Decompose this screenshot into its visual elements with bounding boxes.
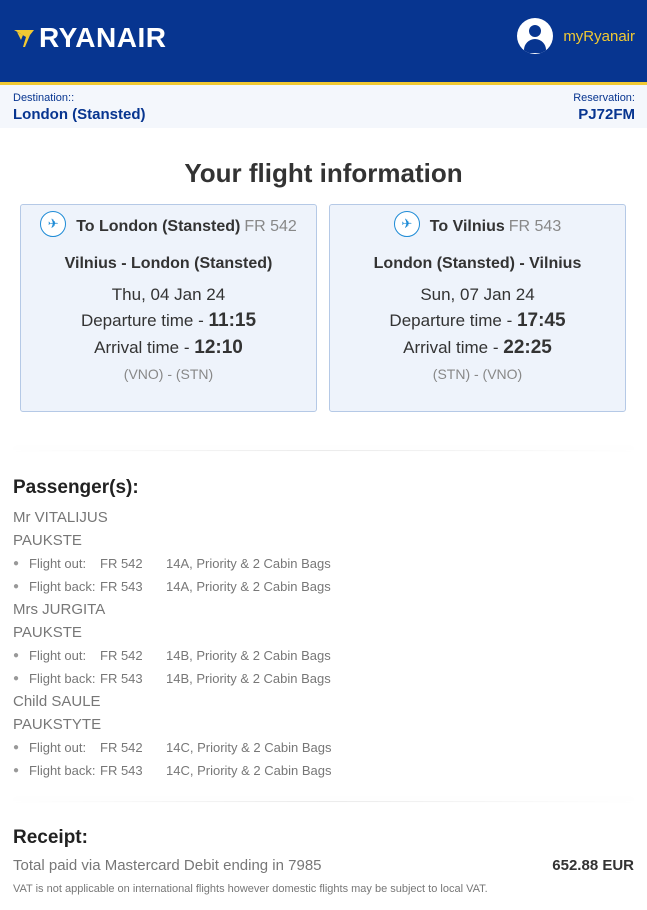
flight-card-outbound: ✈ To London (Stansted) FR 542 Vilnius - … <box>20 204 317 412</box>
passenger-entry: Child SAULE PAUKSTYTE ● Flight out: FR 542… <box>13 690 633 782</box>
departure-time-row: Departure time - 11:15 <box>21 310 316 332</box>
destination-block: Destination:: London (Stansted) <box>13 92 145 123</box>
leg-flight: FR 542 <box>100 648 143 663</box>
leg-detail: 14A, Priority & 2 Cabin Bags <box>166 556 331 571</box>
passengers-title: Passenger(s): <box>13 477 139 498</box>
plane-takeoff-icon: ✈ <box>393 211 420 237</box>
flight-leg-row: ● Flight out: FR 542 14B, Priority & 2 Cabi… <box>13 644 633 667</box>
flight-destination: To London (Stansted) <box>76 218 241 235</box>
leg-label: Flight out: <box>29 648 87 663</box>
departure-label: Departure time - <box>389 311 517 330</box>
flight-number: FR 543 <box>508 218 562 235</box>
leg-label: Flight back: <box>29 763 96 778</box>
reservation-label: Reservation: <box>573 92 635 104</box>
airport-codes: (STN) - (VNO) <box>432 366 523 382</box>
flight-leg-row: ● Flight back: FR 543 14C, Priority & 2 Cab… <box>13 759 633 782</box>
passenger-name: Mrs JURGITA PAUKSTE <box>13 601 105 641</box>
brand-name: RYANAIR <box>39 22 167 53</box>
ryanair-logo[interactable]: RYANAIR <box>13 22 166 54</box>
leg-flight: FR 543 <box>100 579 143 594</box>
arrival-time: 12:10 <box>194 337 243 358</box>
flight-route: Vilnius - London (Stansted) <box>64 255 273 272</box>
section-divider <box>13 801 634 802</box>
reservation-code: PJ72FM <box>578 106 635 123</box>
my-ryanair-link[interactable]: myRyanair <box>517 18 635 54</box>
top-header: RYANAIR myRyanair <box>0 0 647 85</box>
leg-flight: FR 542 <box>100 740 143 755</box>
leg-label: Flight out: <box>29 556 87 571</box>
flight-number: FR 542 <box>244 218 297 235</box>
flight-date: Thu, 04 Jan 24 <box>111 285 226 304</box>
leg-flight: FR 543 <box>100 671 143 686</box>
booking-info-bar: Destination:: London (Stansted) Reservat… <box>0 85 647 128</box>
leg-label: Flight out: <box>29 740 87 755</box>
passenger-entry: Mrs JURGITA PAUKSTE ● Flight out: FR 542 14… <box>13 598 633 690</box>
receipt-title: Receipt: <box>13 827 88 848</box>
account-label: myRyanair <box>563 27 635 45</box>
leg-detail: 14B, Priority & 2 Cabin Bags <box>166 648 331 663</box>
flight-date: Sun, 07 Jan 24 <box>420 285 535 304</box>
leg-flight: FR 543 <box>100 763 143 778</box>
leg-detail: 14C, Priority & 2 Cabin Bags <box>166 740 332 755</box>
arrival-time-row: Arrival time - 12:10 <box>21 337 316 359</box>
flight-leg-row: ● Flight out: FR 542 14C, Priority & 2 Cabi… <box>13 736 633 759</box>
departure-time: 17:45 <box>516 310 566 331</box>
user-avatar-icon <box>517 18 554 54</box>
departure-time-row: Departure time - 17:45 <box>330 310 625 332</box>
payment-method-text: Total paid via Mastercard Debit ending i… <box>13 857 322 874</box>
receipt-row: Total paid via Mastercard Debit ending i… <box>13 857 634 874</box>
passenger-name: Mr VITALIJUS PAUKSTE <box>13 509 108 549</box>
arrival-time-row: Arrival time - 22:25 <box>330 337 625 359</box>
reservation-block: Reservation: PJ72FM <box>573 92 635 123</box>
flight-destination: To Vilnius <box>429 218 505 235</box>
destination-label: Destination:: <box>13 92 75 104</box>
leg-detail: 14C, Priority & 2 Cabin Bags <box>166 763 332 778</box>
departure-label: Departure time - <box>80 311 209 330</box>
arrival-label: Arrival time - <box>94 338 195 357</box>
passenger-name: Child SAULE PAUKSTYTE <box>13 693 102 733</box>
flight-leg-row: ● Flight back: FR 543 14A, Priority & 2 Cab… <box>13 575 633 598</box>
departure-time: 11:15 <box>208 310 257 331</box>
flight-route: London (Stansted) - Vilnius <box>373 255 582 272</box>
flight-leg-row: ● Flight back: FR 543 14B, Priority & 2 Cab… <box>13 667 633 690</box>
section-divider <box>13 450 634 451</box>
leg-label: Flight back: <box>29 579 96 594</box>
flight-card-return: ✈ To Vilnius FR 543 London (Stansted) - … <box>329 204 626 412</box>
harp-logo-icon <box>14 30 34 47</box>
page-title: Your flight information <box>184 158 463 188</box>
leg-label: Flight back: <box>29 671 96 686</box>
arrival-time: 22:25 <box>503 337 552 358</box>
leg-detail: 14B, Priority & 2 Cabin Bags <box>166 671 331 686</box>
passenger-list: Mr VITALIJUS PAUKSTE ● Flight out: FR 542 1… <box>13 506 633 782</box>
passenger-entry: Mr VITALIJUS PAUKSTE ● Flight out: FR 542 1… <box>13 506 633 598</box>
destination-value: London (Stansted) <box>13 106 146 123</box>
airport-codes: (VNO) - (STN) <box>123 366 214 382</box>
vat-note: VAT is not applicable on international f… <box>13 883 488 895</box>
arrival-label: Arrival time - <box>403 338 504 357</box>
leg-detail: 14A, Priority & 2 Cabin Bags <box>166 579 331 594</box>
plane-takeoff-icon: ✈ <box>40 211 67 237</box>
total-amount: 652.88 EUR <box>552 857 634 874</box>
leg-flight: FR 542 <box>100 556 143 571</box>
flight-leg-row: ● Flight out: FR 542 14A, Priority & 2 Cabi… <box>13 552 633 575</box>
